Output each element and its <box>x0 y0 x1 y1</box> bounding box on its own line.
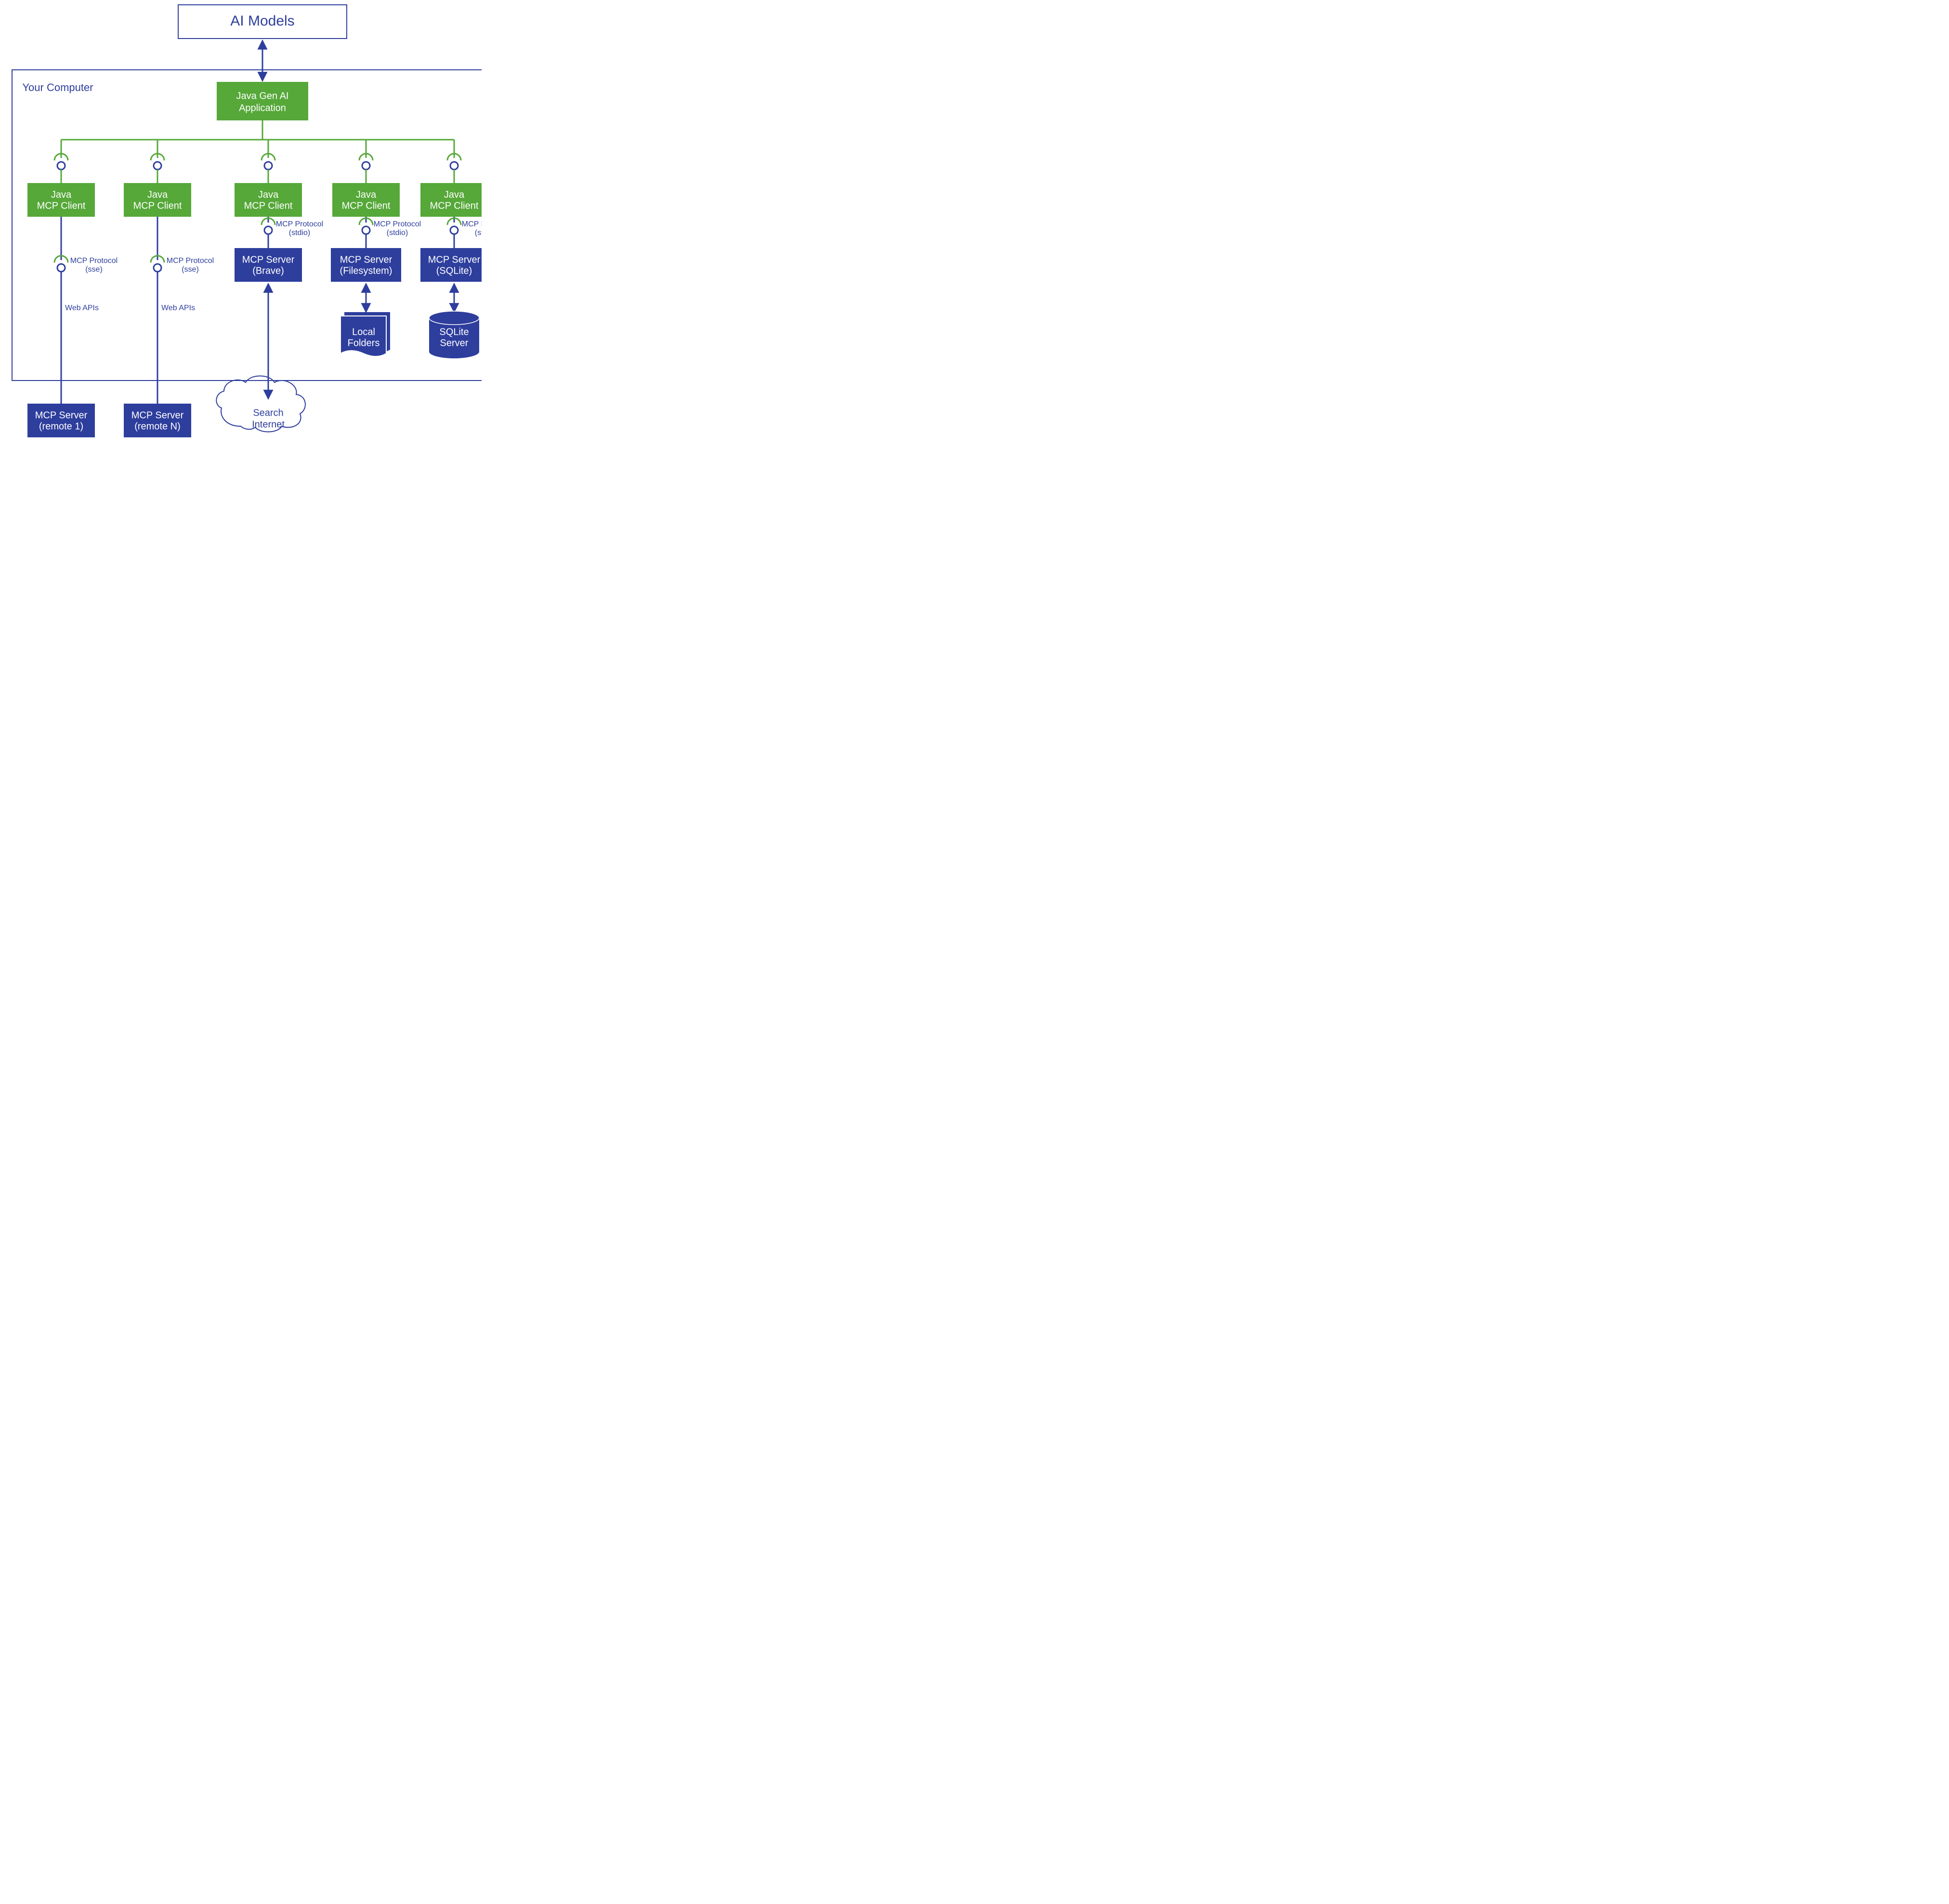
svg-text:(stdio): (stdio) <box>387 229 408 237</box>
fanout-connector <box>61 120 454 140</box>
col-3: Java MCP Client MCP Protocol (stdio) MCP… <box>216 140 323 432</box>
ai-models-box: AI Models <box>178 5 347 39</box>
your-computer-label: Your Computer <box>22 81 93 93</box>
server-remote1: MCP Server (remote 1) <box>27 404 95 437</box>
svg-text:(stdio): (stdio) <box>289 229 310 237</box>
client-box-2: Java MCP Client <box>124 183 191 217</box>
svg-text:Java: Java <box>147 189 168 200</box>
server-sqlite: MCP Server (SQLite) <box>420 248 482 282</box>
web-apis-label-1: Web APIs <box>65 304 99 312</box>
svg-text:(remote N): (remote N) <box>134 421 181 432</box>
svg-text:MCP Protocol: MCP Protocol <box>276 220 323 228</box>
diagram-root: AI Models Your Computer Java Gen AI Appl… <box>0 0 482 472</box>
svg-text:MCP Protocol: MCP Protocol <box>374 220 421 228</box>
svg-text:MCP Server: MCP Server <box>340 254 392 265</box>
svg-text:MCP Client: MCP Client <box>430 200 479 211</box>
svg-text:MCP Client: MCP Client <box>133 200 182 211</box>
svg-text:(Brave): (Brave) <box>252 265 284 276</box>
col-4: Java MCP Client MCP Protocol (stdio) MCP… <box>331 140 421 356</box>
svg-text:(remote 1): (remote 1) <box>39 421 83 432</box>
svg-text:Search: Search <box>253 407 283 418</box>
client-box-5: Java MCP Client <box>420 183 482 217</box>
client-box-3: Java MCP Client <box>235 183 302 217</box>
svg-text:Java: Java <box>444 189 465 200</box>
cloud-search-internet: Search Internet <box>216 376 305 432</box>
svg-text:Server: Server <box>440 338 469 348</box>
svg-text:(SQLite): (SQLite) <box>436 265 472 276</box>
svg-text:Folders: Folders <box>348 338 380 348</box>
svg-text:Java Gen AI: Java Gen AI <box>236 91 289 101</box>
svg-text:Java: Java <box>51 189 72 200</box>
svg-text:MCP Server: MCP Server <box>428 254 481 265</box>
svg-text:MCP Server: MCP Server <box>35 410 88 420</box>
svg-text:MCP Client: MCP Client <box>342 200 391 211</box>
col-5: Java MCP Client MCP Protocol (stdio) MCP… <box>420 140 482 358</box>
svg-text:Application: Application <box>239 103 286 113</box>
sqlite-db-cylinder: SQLite Server <box>429 311 479 358</box>
svg-text:(Filesystem): (Filesystem) <box>340 265 392 276</box>
svg-text:(sse): (sse) <box>182 265 199 274</box>
server-brave: MCP Server (Brave) <box>235 248 302 282</box>
svg-text:(sse): (sse) <box>85 265 103 274</box>
client-box-1: Java MCP Client <box>27 183 95 217</box>
svg-text:MCP Server: MCP Server <box>131 410 184 420</box>
local-folders-shape: Local Folders <box>340 312 390 356</box>
col-1: Java MCP Client MCP Protocol (sse) Web A… <box>27 140 118 437</box>
ai-models-label: AI Models <box>230 13 294 29</box>
svg-text:MCP Protocol: MCP Protocol <box>70 257 118 265</box>
svg-text:MCP Server: MCP Server <box>242 254 295 265</box>
svg-text:Java: Java <box>258 189 279 200</box>
svg-text:Internet: Internet <box>252 419 285 430</box>
genai-app-box: Java Gen AI Application <box>217 82 308 120</box>
svg-text:MCP Protocol: MCP Protocol <box>462 220 482 228</box>
server-filesystem: MCP Server (Filesystem) <box>331 248 401 282</box>
svg-text:Local: Local <box>352 327 375 337</box>
server-remoteN: MCP Server (remote N) <box>124 404 191 437</box>
svg-text:MCP Protocol: MCP Protocol <box>167 257 214 265</box>
svg-text:Java: Java <box>356 189 377 200</box>
svg-text:MCP Client: MCP Client <box>244 200 293 211</box>
col-2: Java MCP Client MCP Protocol (sse) Web A… <box>124 140 214 437</box>
client-box-4: Java MCP Client <box>332 183 400 217</box>
web-apis-label-2: Web APIs <box>161 304 195 312</box>
svg-text:SQLite: SQLite <box>439 327 469 337</box>
svg-text:MCP Client: MCP Client <box>37 200 86 211</box>
svg-text:(stdio): (stdio) <box>475 229 482 237</box>
